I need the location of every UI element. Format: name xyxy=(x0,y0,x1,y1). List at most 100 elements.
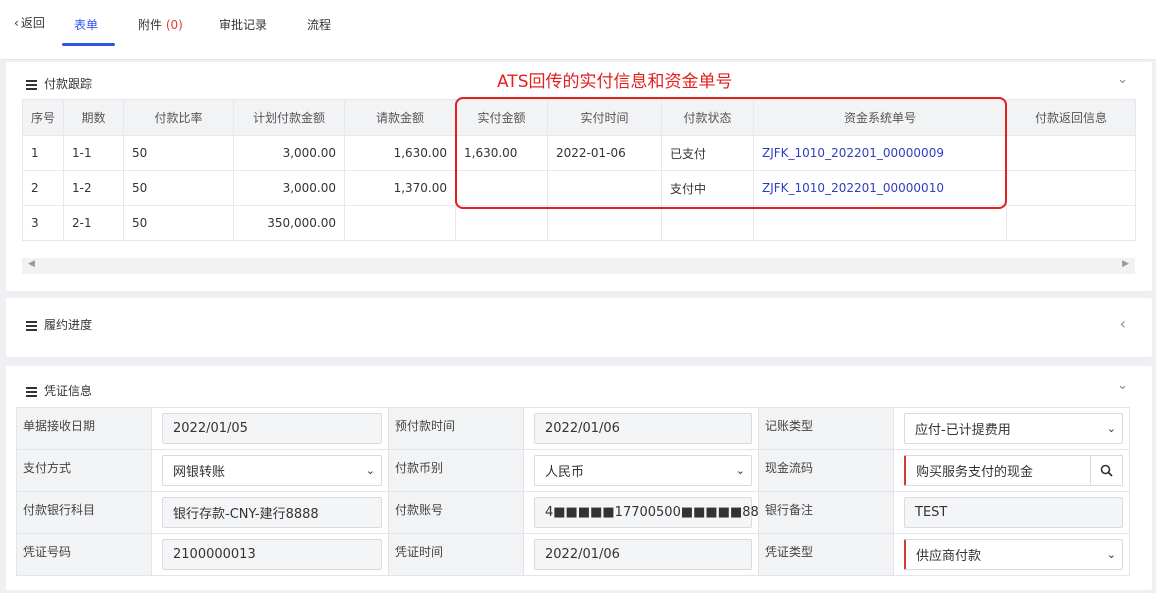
cell-requested: 1,630.00 xyxy=(344,135,456,171)
table-row: 3 2-1 50 350,000.00 xyxy=(22,205,1136,241)
form-row: 凭证号码 2100000013 凭证时间 2022/01/06 凭证类型 供应商… xyxy=(16,533,1130,576)
chevron-left-icon: ‹ xyxy=(14,16,19,30)
column-header: 期数 xyxy=(63,99,124,136)
field-cell: 2100000013 xyxy=(151,533,389,576)
column-header: 付款比率 xyxy=(123,99,234,136)
horizontal-scrollbar[interactable]: ◀ ▶ xyxy=(22,258,1135,274)
tab-form[interactable]: 表单 xyxy=(74,16,98,33)
cell-paid-time xyxy=(547,205,662,241)
annotation-text: ATS回传的实付信息和资金单号 xyxy=(497,72,733,92)
voucher-form: 单据接收日期 2022/01/05 预付款时间 2022/01/06 记账类型 … xyxy=(16,407,1130,576)
back-button[interactable]: ‹ 返回 xyxy=(14,14,45,31)
cell-requested xyxy=(344,205,456,241)
voucher-type-select[interactable]: 供应商付款 ⌄ xyxy=(904,539,1123,570)
tab-attachments[interactable]: 附件 (0) xyxy=(138,16,183,33)
cell-status xyxy=(661,205,754,241)
field-cell: 银行存款-CNY-建行8888 xyxy=(151,491,389,534)
field-label: 凭证号码 xyxy=(16,533,152,576)
column-header: 付款返回信息 xyxy=(1006,99,1136,136)
cell-ratio: 50 xyxy=(123,135,234,171)
chevron-down-icon: ⌄ xyxy=(365,464,375,477)
cell-seq: 3 xyxy=(22,205,64,241)
currency-select[interactable]: 人民币 ⌄ xyxy=(534,455,752,486)
field-label: 预付款时间 xyxy=(388,407,524,450)
prepay-time-field[interactable]: 2022/01/06 xyxy=(534,413,752,444)
scroll-left-icon[interactable]: ◀ xyxy=(28,259,35,269)
bank-note-field[interactable]: TEST xyxy=(904,497,1123,528)
cell-planned: 3,000.00 xyxy=(233,135,345,171)
field-cell: 供应商付款 ⌄ xyxy=(893,533,1130,576)
voucher-time-field[interactable]: 2022/01/06 xyxy=(534,539,752,570)
cell-paid-amount xyxy=(455,205,548,241)
active-tab-indicator xyxy=(62,43,115,46)
performance-panel: 履约进度 ‹ xyxy=(6,298,1152,357)
top-nav-bar: ‹ 返回 表单 附件 (0) 审批记录 流程 xyxy=(0,0,1156,60)
field-cell: 网银转账 ⌄ xyxy=(151,449,389,492)
cell-requested: 1,370.00 xyxy=(344,170,456,206)
form-row: 支付方式 网银转账 ⌄ 付款币别 人民币 ⌄ 现金流码 购买服务支付的现金 xyxy=(16,449,1130,492)
field-label: 银行备注 xyxy=(758,491,894,534)
cell-return-info xyxy=(1006,135,1136,171)
field-cell: 购买服务支付的现金 xyxy=(893,449,1130,492)
select-value: 人民币 xyxy=(545,465,585,480)
attachment-count-badge: (0) xyxy=(165,18,183,32)
select-value: 网银转账 xyxy=(173,465,226,480)
pay-method-select[interactable]: 网银转账 ⌄ xyxy=(162,455,382,486)
column-header: 计划付款金额 xyxy=(233,99,345,136)
select-value: 供应商付款 xyxy=(916,549,982,564)
field-cell: 应付-已计提费用 ⌄ xyxy=(893,407,1130,450)
field-label: 凭证时间 xyxy=(388,533,524,576)
back-label: 返回 xyxy=(20,16,45,30)
payment-tracking-header[interactable]: 付款跟踪 xyxy=(26,75,92,92)
column-header: 请款金额 xyxy=(344,99,456,136)
field-cell: 4■■■■■17700500■■■■■88 xyxy=(523,491,759,534)
chevron-down-icon[interactable]: ⌄ xyxy=(1117,72,1128,87)
form-row: 单据接收日期 2022/01/05 预付款时间 2022/01/06 记账类型 … xyxy=(16,407,1130,450)
form-row: 付款银行科目 银行存款-CNY-建行8888 付款账号 4■■■■■177005… xyxy=(16,491,1130,534)
search-button[interactable] xyxy=(1090,455,1123,486)
cell-period: 2-1 xyxy=(63,205,124,241)
field-label: 记账类型 xyxy=(758,407,894,450)
cell-return-info xyxy=(1006,205,1136,241)
menu-icon xyxy=(26,385,37,399)
chevron-down-icon[interactable]: ⌄ xyxy=(1117,378,1128,393)
chevron-down-icon: ⌄ xyxy=(735,464,745,477)
annotation-highlight-box xyxy=(455,97,1007,209)
cell-period: 1-2 xyxy=(63,170,124,206)
cell-period: 1-1 xyxy=(63,135,124,171)
tab-workflow[interactable]: 流程 xyxy=(307,16,331,33)
field-label: 凭证类型 xyxy=(758,533,894,576)
search-icon xyxy=(1100,464,1113,477)
cell-return-info xyxy=(1006,170,1136,206)
cell-ratio: 50 xyxy=(123,205,234,241)
voucher-header[interactable]: 凭证信息 xyxy=(26,382,92,399)
menu-icon xyxy=(26,319,37,333)
column-header: 序号 xyxy=(22,99,64,136)
cashflow-field[interactable]: 购买服务支付的现金 xyxy=(904,455,1123,486)
voucher-no-field[interactable]: 2100000013 xyxy=(162,539,382,570)
chevron-left-icon[interactable]: ‹ xyxy=(1120,314,1126,333)
cell-ratio: 50 xyxy=(123,170,234,206)
scroll-right-icon[interactable]: ▶ xyxy=(1122,259,1129,269)
field-value: 购买服务支付的现金 xyxy=(916,465,1034,480)
account-type-select[interactable]: 应付-已计提费用 ⌄ xyxy=(904,413,1123,444)
panel-title: 付款跟踪 xyxy=(44,77,93,91)
tab-approval-records[interactable]: 审批记录 xyxy=(219,16,267,33)
panel-title: 履约进度 xyxy=(44,318,93,332)
receive-date-field[interactable]: 2022/01/05 xyxy=(162,413,382,444)
field-label: 付款币别 xyxy=(388,449,524,492)
field-label: 付款银行科目 xyxy=(16,491,152,534)
cell-fund-no xyxy=(753,205,1007,241)
field-cell: 2022/01/05 xyxy=(151,407,389,450)
bank-subject-field[interactable]: 银行存款-CNY-建行8888 xyxy=(162,497,382,528)
chevron-down-icon: ⌄ xyxy=(1106,422,1116,435)
field-label: 支付方式 xyxy=(16,449,152,492)
field-cell: 人民币 ⌄ xyxy=(523,449,759,492)
account-no-field[interactable]: 4■■■■■17700500■■■■■88 xyxy=(534,497,759,528)
field-label: 现金流码 xyxy=(758,449,894,492)
field-cell: TEST xyxy=(893,491,1130,534)
select-value: 应付-已计提费用 xyxy=(915,423,1011,438)
performance-header[interactable]: 履约进度 xyxy=(26,316,92,333)
field-label: 付款账号 xyxy=(388,491,524,534)
chevron-down-icon: ⌄ xyxy=(1106,548,1116,561)
